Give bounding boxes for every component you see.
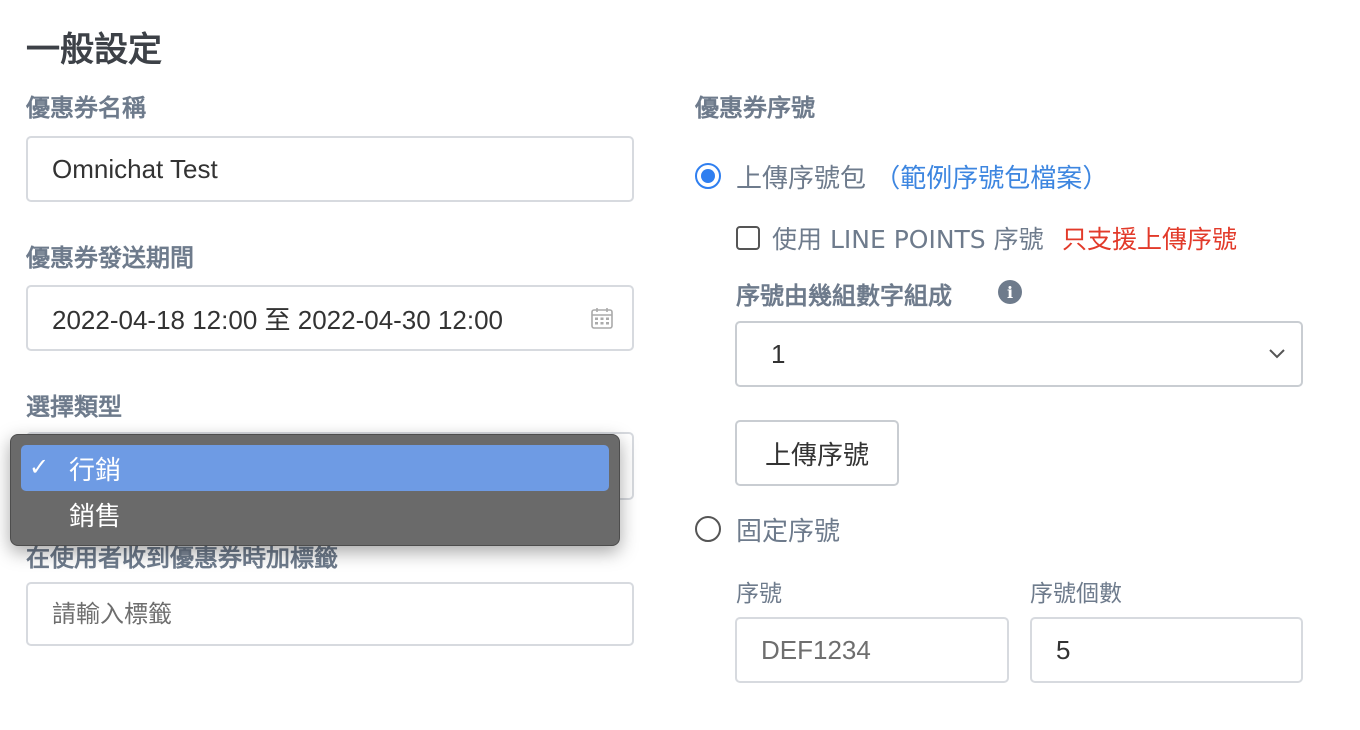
sample-file-link[interactable]: 範例序號包檔案 (900, 164, 1082, 194)
upload-serial-label: 上傳序號包 (736, 164, 867, 194)
type-label: 選擇類型 (26, 393, 122, 421)
count-input[interactable] (1056, 634, 1301, 666)
type-option-sales[interactable]: 銷售 (21, 491, 609, 537)
serial-label: 優惠券序號 (695, 94, 815, 122)
fixed-serial-label: 固定序號 (736, 517, 841, 547)
send-period-value: 2022-04-18 12:00 至 2022-04-30 12:00 (52, 304, 504, 335)
page-title: 一般設定 (26, 30, 162, 70)
paren-close: ） (1082, 164, 1109, 194)
coupon-name-label: 優惠券名稱 (26, 94, 146, 122)
line-points-warning: 只支援上傳序號 (1062, 225, 1238, 254)
upload-serial-radio[interactable] (695, 163, 721, 189)
serial-input[interactable] (761, 634, 1007, 666)
count-field[interactable] (1030, 617, 1303, 683)
tag-field[interactable] (26, 582, 634, 646)
chevron-down-icon (1269, 349, 1285, 359)
line-points-label: 使用 LINE POINTS 序號 (772, 225, 1044, 254)
type-option-marketing[interactable]: ✓ 行銷 (21, 445, 609, 491)
type-option-label: 行銷 (69, 455, 122, 486)
count-field-label: 序號個數 (1030, 581, 1122, 607)
info-icon[interactable]: i (998, 280, 1022, 304)
upload-serial-button[interactable]: 上傳序號 (735, 420, 899, 486)
type-dropdown-menu: ✓ 行銷 銷售 (10, 434, 620, 546)
line-points-checkbox[interactable] (736, 226, 760, 250)
upload-serial-option: 上傳序號包 （範例序號包檔案） (736, 158, 1108, 195)
groups-select-value: 1 (771, 338, 786, 369)
paren-open: （ (874, 164, 901, 194)
calendar-icon[interactable] (590, 306, 614, 330)
type-option-label: 銷售 (69, 501, 122, 532)
serial-field-label: 序號 (736, 581, 782, 607)
tag-input[interactable] (52, 600, 632, 628)
fixed-serial-radio[interactable] (695, 516, 721, 542)
coupon-name-field[interactable] (26, 136, 634, 202)
coupon-name-input[interactable] (52, 153, 632, 185)
groups-select[interactable]: 1 (735, 321, 1303, 387)
send-period-field[interactable]: 2022-04-18 12:00 至 2022-04-30 12:00 (26, 285, 634, 351)
groups-label: 序號由幾組數字組成 (736, 282, 952, 310)
checkmark-icon: ✓ (29, 453, 50, 481)
serial-field[interactable] (735, 617, 1009, 683)
send-period-label: 優惠券發送期間 (26, 244, 194, 272)
